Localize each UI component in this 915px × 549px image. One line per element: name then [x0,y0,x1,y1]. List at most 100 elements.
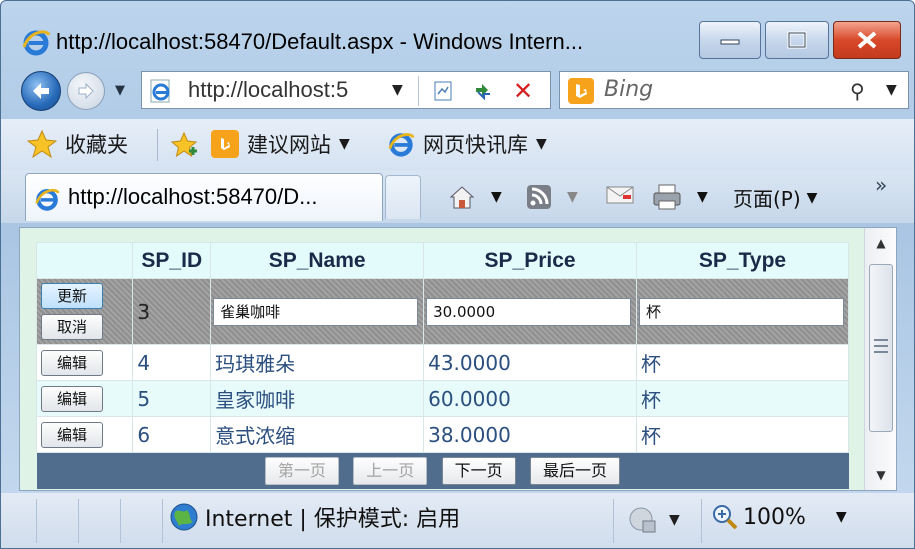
favorites-label: 收藏夹 [65,133,128,157]
search-placeholder[interactable]: Bing [604,77,653,102]
zoom-icon [713,505,738,530]
edit-button[interactable]: 编辑 [41,421,103,448]
chevron-down-icon: ▼ [806,189,818,206]
address-bar[interactable]: http://localhost:5 ▼ ✕ [141,71,551,109]
more-commands-chevron-icon[interactable]: » [875,173,887,197]
cancel-button[interactable]: 取消 [41,314,103,340]
new-tab-button[interactable] [385,175,421,219]
globe-icon [170,503,198,531]
prev-page-button[interactable]: 上一页 [353,456,428,485]
web-slice-gallery-label: 网页快讯库 [423,133,528,157]
suggested-sites-label: 建议网站 [247,133,331,157]
favorites-bar: 收藏夹 建议网站 ▼ 网页快讯库 ▼ [1,119,914,171]
chevron-down-icon: ▼ [567,189,578,205]
browser-window: http://localhost:58470/Default.aspx - Wi… [0,0,915,549]
last-page-button[interactable]: 最后一页 [530,456,621,485]
print-button[interactable]: ▼ [651,183,708,211]
column-header-sp-id: SP_ID [132,242,212,279]
back-arrow-icon [33,83,49,99]
edit-button[interactable]: 编辑 [41,385,103,412]
chevron-down-icon: ▼ [835,509,847,525]
feeds-button[interactable]: ▼ [525,183,578,211]
recent-pages-dropdown[interactable]: ▼ [115,83,125,98]
bing-icon [568,78,594,104]
compatibility-view-button[interactable] [428,78,458,104]
zoom-control[interactable]: 100% ▼ [711,503,847,531]
page-menu-label: 页面(P) [733,187,801,211]
grid-header-row: SP_ID SP_Name SP_Price SP_Type [35,242,849,279]
search-icon[interactable]: ⚲ [850,79,865,103]
home-button[interactable]: ▼ [447,183,502,211]
back-button[interactable] [21,71,61,111]
page-menu-button[interactable]: 页面(P) ▼ [733,183,817,212]
cell-sp-price: 43.0000 [423,344,638,381]
web-slice-gallery-link[interactable]: 网页快讯库 ▼ [387,129,547,159]
cell-sp-type: 杯 [636,344,849,381]
bing-icon [211,130,239,158]
chevron-down-icon: ▼ [669,512,680,528]
name-input[interactable]: 雀巢咖啡 [213,297,419,326]
row-actions-cell: 编辑 [35,416,134,453]
tab-current[interactable]: http://localhost:58470/D... [25,173,383,221]
cell-sp-id: 5 [132,380,212,417]
title-bar: http://localhost:58470/Default.aspx - Wi… [1,1,914,63]
ie-icon [388,133,415,157]
page-body: SP_ID SP_Name SP_Price SP_Type 更新 取消 3 雀… [20,228,864,490]
ie-logo-icon [22,30,51,56]
edit-row: 更新 取消 3 雀巢咖啡 30.0000 杯 [35,278,849,345]
search-box[interactable]: Bing ⚲ ▼ [559,71,909,109]
forward-arrow-icon [78,82,94,100]
edit-button[interactable]: 编辑 [41,349,103,376]
read-mail-button[interactable] [605,183,635,207]
security-zone[interactable]: Internet | 保护模式: 启用 [169,501,460,533]
search-dropdown-icon[interactable]: ▼ [886,82,897,98]
protected-mode-button[interactable]: ▼ [627,505,680,535]
vertical-scrollbar[interactable]: ▲ ▼ [864,228,896,490]
products-grid: SP_ID SP_Name SP_Price SP_Type 更新 取消 3 雀… [35,242,849,489]
compatibility-icon [434,81,452,101]
maximize-icon [787,31,807,49]
column-header [35,242,134,279]
column-header-sp-type: SP_Type [636,242,849,279]
refresh-icon [476,84,490,101]
first-page-button[interactable]: 第一页 [264,456,339,485]
address-text[interactable]: http://localhost:5 [188,77,363,103]
chevron-down-icon: ▼ [536,136,547,152]
popup-blocker-icon [629,507,656,533]
page-viewport: SP_ID SP_Name SP_Price SP_Type 更新 取消 3 雀… [19,227,897,491]
cell-sp-price: 38.0000 [423,416,638,453]
edit-actions-cell: 更新 取消 [35,278,134,345]
edit-price-cell: 30.0000 [423,278,638,345]
mail-icon [606,186,634,204]
star-icon [27,129,57,159]
chevron-down-icon: ▼ [697,189,708,205]
maximize-button[interactable] [765,21,829,59]
minimize-button[interactable] [699,21,761,59]
scrollbar-thumb[interactable] [869,264,893,432]
pager-cell: 第一页 上一页 下一页 最后一页 [37,453,849,489]
column-header-sp-price: SP_Price [423,242,638,279]
cell-sp-price: 60.0000 [423,380,638,417]
address-dropdown-icon[interactable]: ▼ [392,82,403,98]
ie-icon [35,188,60,211]
update-button[interactable]: 更新 [41,283,103,309]
stop-icon[interactable]: ✕ [508,77,538,105]
tab-bar: http://localhost:58470/D... ▼ ▼ ▼ 页面(P) … [1,171,914,223]
scroll-up-icon[interactable]: ▲ [865,230,897,256]
scroll-down-icon[interactable]: ▼ [865,462,897,488]
add-to-favorites-bar-button[interactable] [169,129,199,159]
refresh-button[interactable] [468,78,498,104]
ie-page-icon [150,79,170,103]
price-input[interactable]: 30.0000 [426,297,632,326]
table-row: 编辑 6 意式浓缩 38.0000 杯 [35,416,849,453]
next-page-button[interactable]: 下一页 [441,456,516,485]
rss-icon [527,185,551,209]
favorites-button[interactable]: 收藏夹 [27,129,128,159]
type-input[interactable]: 杯 [639,297,845,326]
cell-sp-id: 4 [132,344,212,381]
cell-sp-name: 意式浓缩 [210,416,425,453]
close-button[interactable] [833,21,901,59]
edit-type-cell: 杯 [636,278,849,345]
forward-button[interactable] [67,72,105,110]
suggested-sites-link[interactable]: 建议网站 ▼ [211,129,350,159]
